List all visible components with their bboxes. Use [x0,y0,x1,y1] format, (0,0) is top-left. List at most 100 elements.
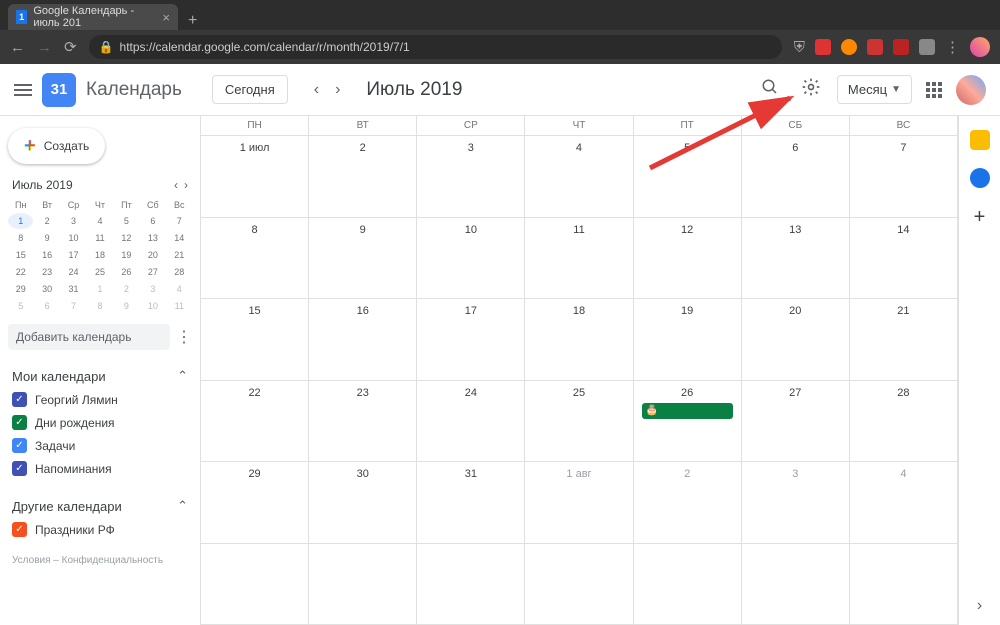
more-options-icon[interactable]: ⋮ [176,327,192,347]
mini-day-cell[interactable]: 5 [8,298,33,314]
mini-day-cell[interactable]: 22 [8,264,33,280]
other-calendars-header[interactable]: Другие календари ⌃ [8,494,192,518]
mini-day-cell[interactable]: 1 [8,213,33,229]
forward-button[interactable]: → [37,39,52,56]
day-cell[interactable]: 7 [850,136,958,217]
extension-icon[interactable] [893,39,909,55]
day-cell[interactable]: 24 [417,381,525,462]
add-calendar-input[interactable]: Добавить календарь [8,324,170,350]
mini-day-cell[interactable]: 6 [34,298,59,314]
back-button[interactable]: ← [10,39,25,56]
mini-next-icon[interactable]: › [184,178,188,192]
checkbox-icon[interactable]: ✓ [12,438,27,453]
mini-day-cell[interactable]: 31 [61,281,86,297]
day-cell[interactable]: 2 [309,136,417,217]
day-cell[interactable]: 10 [417,218,525,299]
mini-day-cell[interactable]: 7 [167,213,192,229]
checkbox-icon[interactable]: ✓ [12,461,27,476]
day-cell[interactable]: 3 [742,462,850,543]
address-bar[interactable]: 🔒 https://calendar.google.com/calendar/r… [89,35,782,59]
day-cell[interactable]: 12 [634,218,742,299]
day-cell[interactable]: 4 [525,136,633,217]
checkbox-icon[interactable]: ✓ [12,522,27,537]
mini-day-cell[interactable]: 21 [167,247,192,263]
mini-day-cell[interactable]: 5 [114,213,139,229]
mini-day-cell[interactable]: 4 [167,281,192,297]
day-cell[interactable]: 16 [309,299,417,380]
day-cell[interactable]: 15 [201,299,309,380]
mini-day-cell[interactable]: 24 [61,264,86,280]
mini-day-cell[interactable]: 3 [140,281,165,297]
shield-icon[interactable]: ⛨ [794,39,805,56]
mini-day-cell[interactable]: 10 [140,298,165,314]
calendar-item[interactable]: ✓Напоминания [8,457,192,480]
extension-icon[interactable] [919,39,935,55]
day-cell[interactable]: 21 [850,299,958,380]
new-tab-button[interactable]: + [178,12,207,30]
mini-day-cell[interactable]: 4 [87,213,112,229]
mini-day-cell[interactable]: 14 [167,230,192,246]
profile-avatar[interactable] [970,37,990,57]
extension-icon[interactable] [867,39,883,55]
user-avatar[interactable] [956,75,986,105]
calendar-item[interactable]: ✓Задачи [8,434,192,457]
calendar-item[interactable]: ✓Георгий Лямин [8,388,192,411]
today-button[interactable]: Сегодня [212,75,288,104]
event-chip[interactable]: 🎂 [642,403,733,419]
day-cell[interactable]: 17 [417,299,525,380]
mini-day-cell[interactable]: 19 [114,247,139,263]
mini-day-cell[interactable]: 30 [34,281,59,297]
mini-day-cell[interactable]: 12 [114,230,139,246]
mini-day-cell[interactable]: 9 [114,298,139,314]
mini-day-cell[interactable]: 6 [140,213,165,229]
mini-day-cell[interactable]: 28 [167,264,192,280]
mini-day-cell[interactable]: 15 [8,247,33,263]
reload-button[interactable]: ⟳ [64,38,77,56]
day-cell[interactable] [742,544,850,625]
day-cell[interactable] [201,544,309,625]
mini-day-cell[interactable]: 11 [87,230,112,246]
day-cell[interactable]: 1 авг [525,462,633,543]
search-icon[interactable] [755,72,785,107]
checkbox-icon[interactable]: ✓ [12,415,27,430]
day-cell[interactable]: 31 [417,462,525,543]
tasks-icon[interactable] [970,168,990,188]
day-cell[interactable]: 28 [850,381,958,462]
mini-day-cell[interactable]: 9 [34,230,59,246]
mini-prev-icon[interactable]: ‹ [174,178,178,192]
day-cell[interactable]: 9 [309,218,417,299]
prev-month-icon[interactable]: ‹ [310,77,323,103]
mini-day-cell[interactable]: 13 [140,230,165,246]
mini-day-cell[interactable]: 20 [140,247,165,263]
day-cell[interactable] [525,544,633,625]
day-cell[interactable]: 26🎂 [634,381,742,462]
day-cell[interactable]: 6 [742,136,850,217]
add-addon-icon[interactable]: + [974,206,986,229]
checkbox-icon[interactable]: ✓ [12,392,27,407]
day-cell[interactable]: 3 [417,136,525,217]
view-selector[interactable]: Месяц ▼ [837,75,912,104]
day-cell[interactable] [850,544,958,625]
mini-day-cell[interactable]: 23 [34,264,59,280]
day-cell[interactable]: 18 [525,299,633,380]
day-cell[interactable]: 8 [201,218,309,299]
mini-day-cell[interactable]: 3 [61,213,86,229]
create-button[interactable]: + Создать [8,128,105,164]
google-apps-icon[interactable] [926,82,942,98]
mini-day-cell[interactable]: 16 [34,247,59,263]
day-cell[interactable]: 11 [525,218,633,299]
mini-day-cell[interactable]: 27 [140,264,165,280]
day-cell[interactable]: 2 [634,462,742,543]
day-cell[interactable]: 22 [201,381,309,462]
mini-day-cell[interactable]: 29 [8,281,33,297]
hide-rail-icon[interactable]: › [977,597,982,615]
calendar-item[interactable]: ✓Дни рождения [8,411,192,434]
day-cell[interactable]: 14 [850,218,958,299]
footer-links[interactable]: Условия – Конфиденциальность [8,555,192,566]
mini-day-cell[interactable]: 1 [87,281,112,297]
day-cell[interactable]: 23 [309,381,417,462]
mini-day-cell[interactable]: 26 [114,264,139,280]
mini-day-cell[interactable]: 25 [87,264,112,280]
extension-icon[interactable] [841,39,857,55]
menu-icon[interactable]: ⋮ [945,38,960,56]
